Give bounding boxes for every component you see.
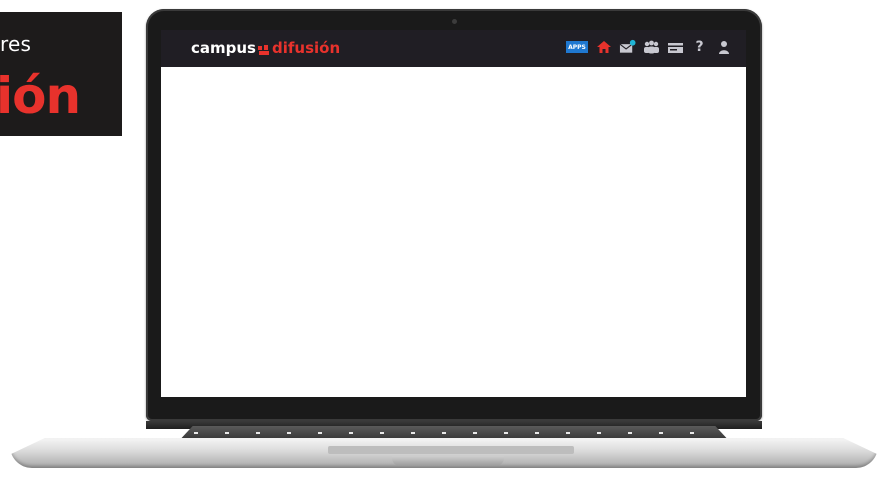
keyboard-key [442,432,446,434]
home-icon[interactable] [595,39,612,55]
keyboard-key [318,432,322,434]
keyboard-key [380,432,384,434]
keyboard-key [473,432,477,434]
keyboard-key [628,432,632,434]
laptop-screen: campus difusión APPS ? [161,30,746,397]
keyboard-key [256,432,260,434]
keyboard-key [597,432,601,434]
keyboard-key [690,432,694,434]
keyboard-key [535,432,539,434]
help-icon[interactable]: ? [691,39,708,55]
group-icon[interactable] [643,39,660,55]
brand-mark-icon [257,42,271,55]
keyboard-key [287,432,291,434]
laptop-opening-notch [392,456,504,466]
help-label: ? [695,39,704,55]
brand-name-part2: difusión [272,39,341,57]
keyboard-key [225,432,229,434]
promo-title: ión [0,67,81,125]
mail-icon[interactable] [619,39,636,55]
user-icon[interactable] [715,39,732,55]
keyboard-key [566,432,570,434]
app-topbar: campus difusión APPS ? [161,30,746,67]
keyboard-key [659,432,663,434]
apps-button[interactable]: APPS [566,41,588,53]
apps-label: APPS [568,43,586,51]
keyboard-key [411,432,415,434]
topbar-icons: APPS ? [566,39,732,55]
laptop-trackpad [328,446,574,454]
card-icon[interactable] [667,39,684,55]
webcam [452,19,457,24]
brand-name-part1: campus [191,39,256,57]
keyboard-key [504,432,508,434]
brand-logo[interactable]: campus difusión [191,39,340,57]
promo-subtitle: res [0,32,32,56]
promo-banner: res ión [0,12,122,136]
keyboard-key [349,432,353,434]
keyboard-key [194,432,198,434]
